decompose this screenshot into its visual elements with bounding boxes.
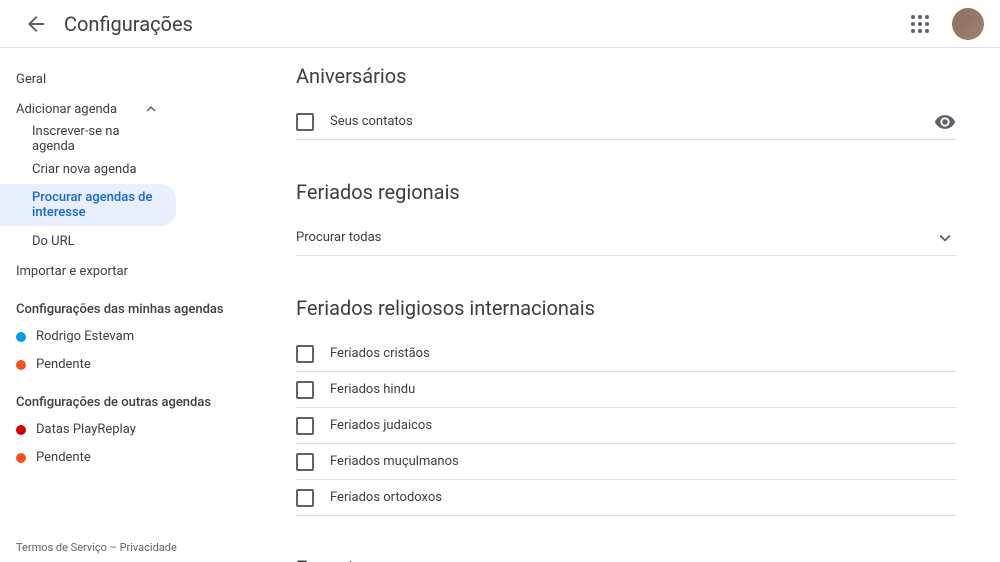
checkbox[interactable] — [296, 381, 314, 399]
page-title: Configurações — [64, 12, 193, 36]
section-title: Feriados regionais — [296, 180, 956, 204]
calendar-dot — [16, 453, 26, 463]
option-left: Feriados ortodoxos — [296, 489, 442, 507]
checkbox[interactable] — [296, 453, 314, 471]
sidebar-label: Inscrever-se na agenda — [32, 124, 160, 154]
sidebar-subitem-browse-interest[interactable]: Procurar agendas de interesse — [0, 184, 176, 226]
content: Geral Adicionar agenda Inscrever-se na a… — [0, 48, 1000, 562]
checkbox[interactable] — [296, 345, 314, 363]
apps-button[interactable] — [900, 4, 940, 44]
section-title: Feriados religiosos internacionais — [296, 296, 956, 320]
section-birthdays: Aniversários Seus contatos — [296, 64, 956, 140]
calendar-label: Pendente — [36, 450, 91, 465]
sidebar-label: Geral — [16, 72, 46, 87]
privacy-link[interactable]: Privacidade — [120, 541, 177, 554]
avatar[interactable] — [952, 8, 984, 40]
sidebar: Geral Adicionar agenda Inscrever-se na a… — [0, 48, 256, 562]
calendar-item[interactable]: Pendente — [0, 444, 256, 472]
option-left: Feriados judaicos — [296, 417, 432, 435]
option-row-hindu: Feriados hindu — [296, 372, 956, 408]
header: Configurações — [0, 0, 1000, 48]
my-calendars-title: Configurações das minhas agendas — [0, 286, 256, 323]
option-label: Feriados ortodoxos — [330, 490, 442, 505]
option-row-christian: Feriados cristãos — [296, 336, 956, 372]
checkbox[interactable] — [296, 417, 314, 435]
sidebar-label: Procurar agendas de interesse — [32, 190, 160, 220]
chevron-up-icon — [142, 100, 160, 118]
sidebar-item-general[interactable]: Geral — [0, 64, 176, 94]
section-title: Esportes — [296, 556, 956, 562]
arrow-left-icon — [24, 12, 48, 36]
calendar-label: Datas PlayReplay — [36, 422, 136, 437]
option-label: Feriados judaicos — [330, 418, 432, 433]
footer: Termos de Serviço – Privacidade — [16, 541, 177, 554]
sidebar-item-add-calendar[interactable]: Adicionar agenda — [0, 94, 176, 124]
option-left: Feriados hindu — [296, 381, 415, 399]
calendar-label: Pendente — [36, 357, 91, 372]
checkbox[interactable] — [296, 113, 314, 131]
option-label: Seus contatos — [330, 114, 413, 129]
sidebar-subitem-subscribe[interactable]: Inscrever-se na agenda — [0, 124, 176, 154]
option-left: Seus contatos — [296, 113, 413, 131]
sidebar-subitem-from-url[interactable]: Do URL — [0, 226, 176, 256]
calendar-item[interactable]: Pendente — [0, 351, 256, 379]
other-calendars-title: Configurações de outras agendas — [0, 379, 256, 416]
option-row-jewish: Feriados judaicos — [296, 408, 956, 444]
chevron-down-icon — [934, 227, 956, 249]
calendar-label: Rodrigo Estevam — [36, 329, 134, 344]
calendar-item[interactable]: Datas PlayReplay — [0, 416, 256, 444]
option-label: Feriados cristãos — [330, 346, 430, 361]
sidebar-label: Adicionar agenda — [16, 102, 117, 117]
section-title: Aniversários — [296, 64, 956, 88]
section-regional: Feriados regionais Procurar todas — [296, 180, 956, 256]
option-label: Feriados muçulmanos — [330, 454, 459, 469]
back-button[interactable] — [16, 4, 56, 44]
sidebar-label: Importar e exportar — [16, 264, 128, 279]
sidebar-subitem-create-new[interactable]: Criar nova agenda — [0, 154, 176, 184]
header-right — [900, 4, 984, 44]
option-left: Feriados muçulmanos — [296, 453, 459, 471]
option-row-orthodox: Feriados ortodoxos — [296, 480, 956, 516]
calendar-dot — [16, 425, 26, 435]
main: Aniversários Seus contatos Feriados regi… — [256, 48, 996, 562]
eye-icon[interactable] — [934, 111, 956, 133]
option-row-your-contacts: Seus contatos — [296, 104, 956, 140]
search-label: Procurar todas — [296, 230, 381, 245]
section-religious: Feriados religiosos internacionais Feria… — [296, 296, 956, 516]
sidebar-item-import-export[interactable]: Importar e exportar — [0, 256, 176, 286]
option-label: Feriados hindu — [330, 382, 415, 397]
calendar-dot — [16, 332, 26, 342]
calendar-dot — [16, 360, 26, 370]
option-row-muslim: Feriados muçulmanos — [296, 444, 956, 480]
checkbox[interactable] — [296, 489, 314, 507]
sidebar-label: Criar nova agenda — [32, 162, 137, 177]
section-sports: Esportes — [296, 556, 956, 562]
sidebar-label: Do URL — [32, 234, 75, 249]
terms-link[interactable]: Termos de Serviço — [16, 541, 107, 554]
option-left: Feriados cristãos — [296, 345, 430, 363]
search-row-all-regional[interactable]: Procurar todas — [296, 220, 956, 256]
calendar-item[interactable]: Rodrigo Estevam — [0, 323, 256, 351]
apps-grid-icon — [908, 12, 932, 36]
